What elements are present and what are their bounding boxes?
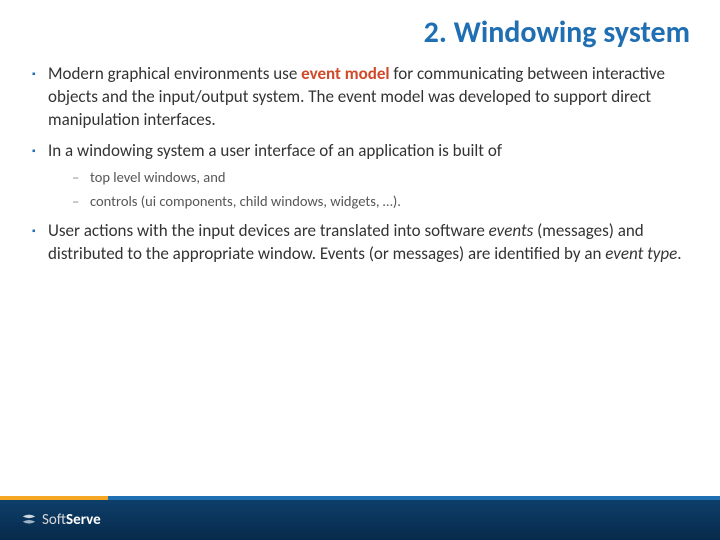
bullet-item: Modern graphical environments use event … — [30, 63, 690, 132]
italic-text: events — [489, 220, 534, 241]
slide-content: Modern graphical environments use event … — [0, 57, 720, 266]
highlight-text: event model — [301, 63, 389, 84]
footer-bar: SoftServe — [0, 500, 720, 540]
bullet-item: User actions with the input devices are … — [30, 220, 690, 266]
bullet-item: In a windowing system a user interface o… — [30, 140, 690, 212]
slide: 2. Windowing system Modern graphical env… — [0, 0, 720, 540]
sub-bullet-item: controls (ui components, child windows, … — [72, 191, 690, 213]
text: Modern graphical environments use — [48, 63, 301, 84]
brand-logo: SoftServe — [20, 511, 101, 529]
italic-text: event type — [605, 243, 677, 264]
slide-footer: SoftServe — [0, 496, 720, 540]
slide-title: 2. Windowing system — [0, 0, 720, 57]
brand-icon — [20, 511, 38, 529]
brand-text-soft: Soft — [42, 511, 66, 529]
text: . — [677, 243, 681, 264]
sub-bullet-item: top level windows, and — [72, 167, 690, 189]
sub-bullet-list: top level windows, and controls (ui comp… — [48, 167, 690, 213]
text: User actions with the input devices are … — [48, 220, 489, 241]
text: In a windowing system a user interface o… — [48, 140, 502, 161]
brand-text-serve: Serve — [66, 511, 101, 529]
bullet-list: Modern graphical environments use event … — [30, 63, 690, 266]
